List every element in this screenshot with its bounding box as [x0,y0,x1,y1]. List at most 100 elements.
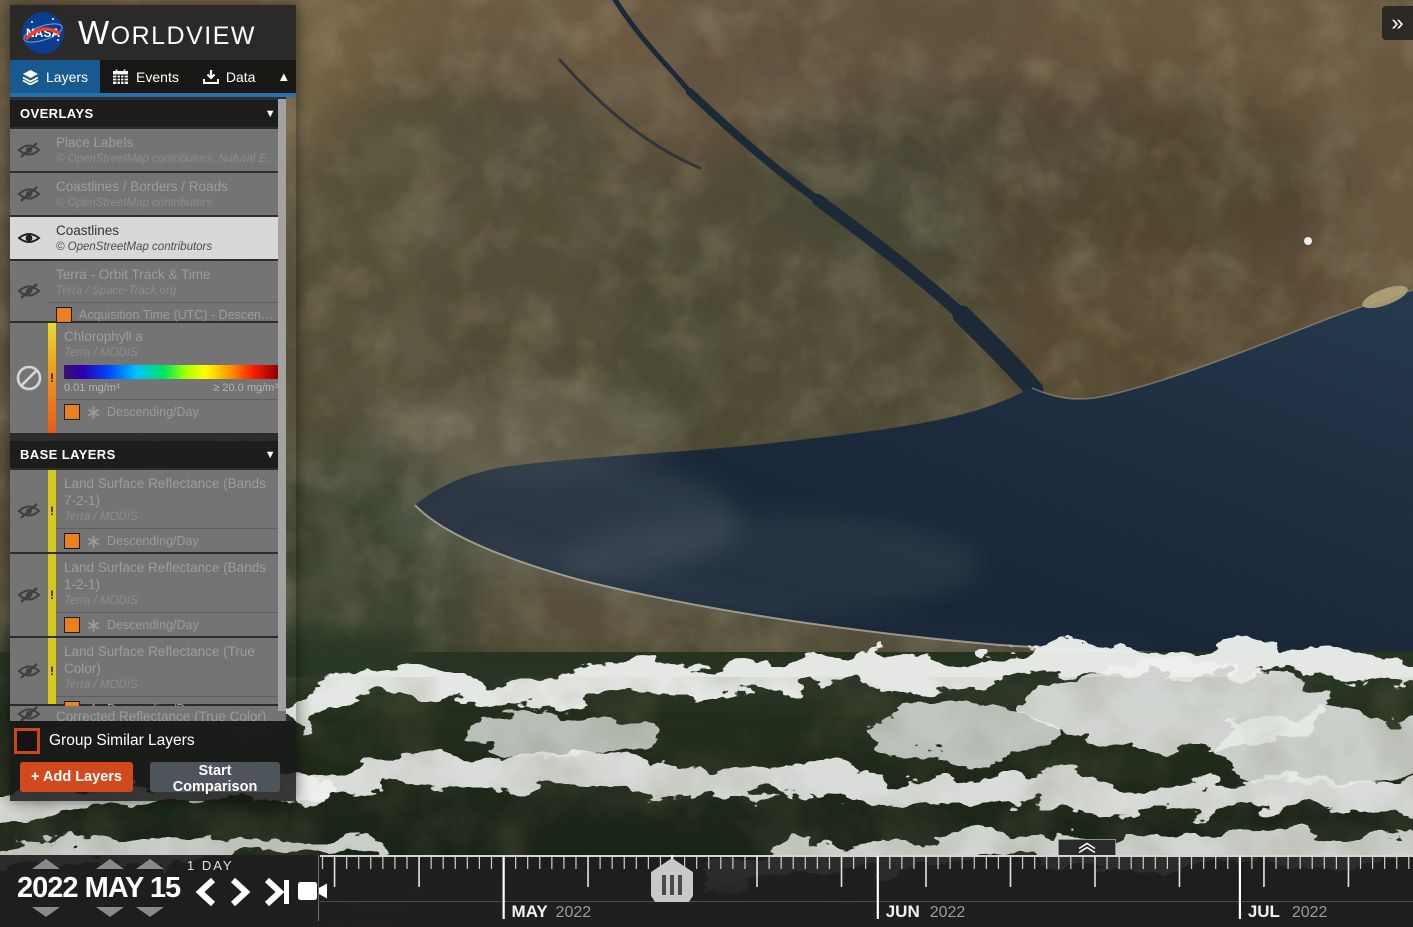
warning-strip: ! [48,323,56,433]
add-layers-button[interactable]: + Add Layers [20,762,133,792]
day-tick [1167,857,1168,869]
layers-icon [22,69,39,85]
start-comparison-button[interactable]: Start Comparison [150,762,280,792]
week-tick [587,856,589,887]
section-header-base-layers[interactable]: BASE LAYERS ▼ [10,441,286,468]
eye-slash-icon [17,706,41,721]
day-sun-icon [87,535,100,548]
tab-data[interactable]: Data [191,60,268,93]
tab-layers[interactable]: Layers [10,60,100,93]
day-tick [768,857,769,869]
chevron-double-up-icon [1076,842,1098,854]
visibility-toggle[interactable] [10,173,48,215]
palette-chip[interactable] [56,307,72,323]
eye-slash-icon [17,184,41,204]
visibility-toggle[interactable] [10,261,48,321]
layer-row-place-labels[interactable]: Place Labels © OpenStreetMap contributor… [10,129,286,171]
group-similar-layers-label: Group Similar Layers [49,732,195,750]
day-tick [829,857,830,869]
visibility-toggle[interactable] [10,323,48,433]
layer-row-coastlines-borders-roads[interactable]: Coastlines / Borders / Roads © OpenStree… [10,173,286,215]
layer-row-lsr-true-color[interactable]: ! Land Surface Reflectance (True Color) … [10,638,286,704]
day-tick [358,857,359,869]
day-tick [950,857,951,869]
palette-label: Acquisition Time (UTC) - Descending/... [79,308,278,322]
day-tick [744,857,745,869]
colorbar-max: ≥ 20.0 mg/m³ [213,382,278,394]
sidebar-collapse-caret[interactable]: ▲ [267,69,300,84]
tab-events[interactable]: Events [100,60,191,93]
layer-row-chlorophyll-a[interactable]: ! Chlorophyll a Terra / MODIS 0.01 mg/m³… [10,323,286,433]
day-tick [479,857,480,869]
day-tick [937,857,938,869]
day-tick [575,857,576,869]
layer-row-terra-orbit-track[interactable]: Terra - Orbit Track & Time Terra / Space… [10,261,286,321]
axis-top-line [320,855,1413,857]
overlays-title: OVERLAYS [20,106,94,121]
layer-row-coastlines[interactable]: Coastlines © OpenStreetMap contributors [10,217,286,259]
day-tick [1191,857,1192,869]
visibility-toggle[interactable] [10,470,48,552]
layer-row-lsr-bands-721[interactable]: ! Land Surface Reflectance (Bands 7-2-1)… [10,470,286,552]
week-tick [1010,856,1012,887]
palette-label: Descending/Day [107,618,199,632]
eye-icon [17,228,41,248]
month-tick [1239,856,1241,919]
palette-chip[interactable] [64,404,80,420]
day-tick [696,857,697,869]
visibility-toggle[interactable] [10,129,48,171]
day-tick [1022,857,1023,869]
sidebar-scrollbar[interactable] [278,99,286,711]
day-tick [1082,857,1083,869]
day-tick [1203,857,1204,869]
layer-title: Chlorophyll a [64,328,278,345]
day-tick [793,857,794,869]
day-tick [624,857,625,869]
layers-sidebar: NASA Worldview Layers [10,5,296,801]
palette-chip[interactable] [64,533,80,549]
month-label: JUL [1248,902,1280,921]
colorbar-labels: 0.01 mg/m³ ≥ 20.0 mg/m³ [64,382,278,394]
day-tick [394,857,395,869]
visibility-toggle[interactable] [10,638,48,704]
timeline-axis[interactable]: MAY2022JUN2022JUL2022 [0,855,1413,927]
day-tick [406,857,407,869]
nasa-logo: NASA [20,10,66,56]
sidebar-expand-button[interactable]: » [1382,6,1413,40]
layer-source: Terra / MODIS [64,347,278,359]
day-tick [1119,857,1120,869]
day-tick [1046,857,1047,869]
visibility-toggle[interactable] [10,217,48,259]
day-tick [732,857,733,869]
day-tick [527,857,528,869]
day-sun-icon [87,619,100,632]
day-tick [1106,857,1107,869]
day-tick [1360,857,1361,869]
day-tick [515,857,516,869]
layer-row-lsr-bands-121[interactable]: ! Land Surface Reflectance (Bands 1-2-1)… [10,554,286,636]
section-header-overlays[interactable]: OVERLAYS ▼ [10,100,286,127]
layer-row-corrected-reflectance[interactable]: Corrected Reflectance (True Color) [10,706,286,721]
visibility-toggle[interactable] [10,706,48,721]
day-tick [865,857,866,869]
timeline-expand-button[interactable] [1058,839,1116,855]
chevron-down-icon: ▼ [265,108,276,120]
day-tick [1143,857,1144,869]
palette-chip[interactable] [64,617,80,633]
chevron-down-icon: ▼ [265,449,276,461]
sidebar-tabs: Layers Events Data ▲ [10,60,296,93]
layer-source: Terra / MODIS [64,511,278,523]
unavailable-icon [16,365,42,391]
day-tick [1131,857,1132,869]
warning-strip: ! [48,554,56,636]
day-tick [346,857,347,869]
colorbar[interactable] [64,365,278,379]
layer-title: Terra - Orbit Track & Time [56,266,278,283]
group-similar-layers-checkbox[interactable] [14,728,40,754]
day-tick [817,857,818,869]
timeline-bar: 1 DAY 2022 MAY 15 MAY2022JUN2022J [0,855,1413,927]
visibility-toggle[interactable] [10,554,48,636]
layer-palette-row: Descending/Day [56,399,286,423]
layer-source: © OpenStreetMap contributors [56,241,278,253]
day-tick [539,857,540,869]
